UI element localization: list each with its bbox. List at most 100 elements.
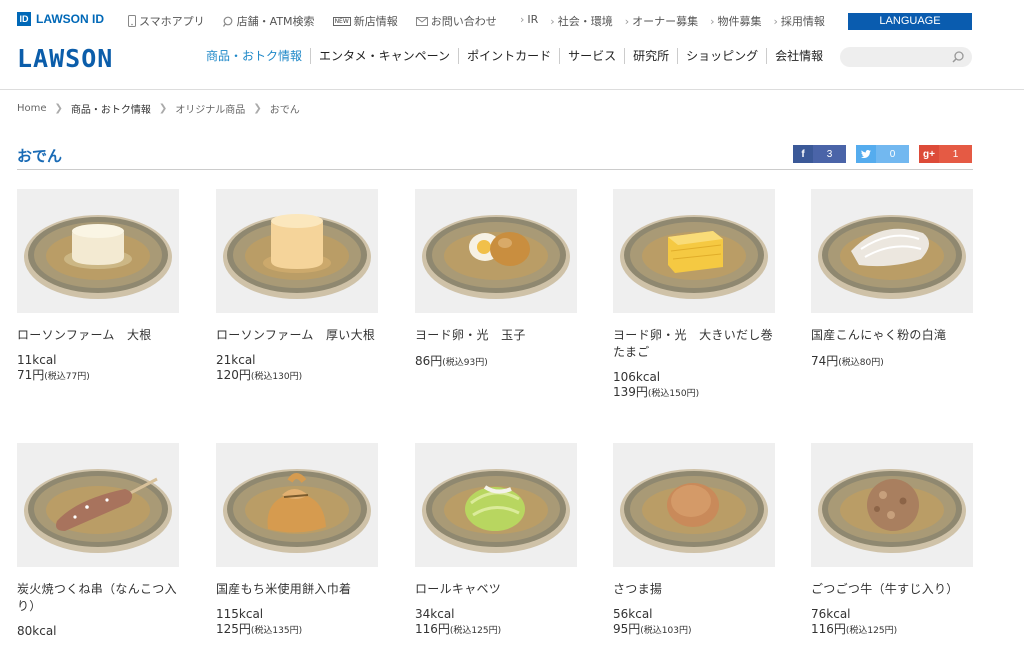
product-price: 120円(税込130円) <box>216 368 303 382</box>
facebook-icon: f <box>793 145 813 163</box>
oden-plate-image <box>223 214 371 299</box>
nav-item-pointcard[interactable]: ポイントカード <box>459 48 561 64</box>
chevron-right-icon: › <box>550 15 555 28</box>
nav-item-products[interactable]: 商品・おトク情報 <box>198 48 312 64</box>
product-image[interactable] <box>415 443 577 567</box>
product-card[interactable]: さつま揚 56kcal 95円(税込103円) <box>613 443 775 639</box>
twitter-share-button[interactable]: 0 <box>856 145 909 163</box>
id-icon: ID <box>17 12 31 26</box>
title-divider <box>17 169 973 170</box>
product-card[interactable]: ヨード卵・光 玉子 86円(税込93円) <box>415 189 577 371</box>
product-image[interactable] <box>17 189 179 313</box>
product-card[interactable]: ロールキャベツ 34kcal 116円(税込125円) <box>415 443 577 639</box>
product-card[interactable]: ごつごつ牛（牛すじ入り） 76kcal 116円(税込125円) <box>811 443 973 639</box>
product-name[interactable]: 国産こんにゃく粉の白滝 <box>811 327 973 344</box>
product-card[interactable]: ローソンファーム 大根 11kcal 71円(税込77円) <box>17 189 179 385</box>
product-kcal: 56kcal <box>613 607 653 621</box>
nav-item-company[interactable]: 会社情報 <box>767 48 831 64</box>
utility-link-contact[interactable]: お問い合わせ <box>415 13 497 29</box>
language-button[interactable]: LANGUAGE <box>848 13 972 30</box>
product-image[interactable] <box>415 189 577 313</box>
product-name[interactable]: ローソンファーム 大根 <box>17 327 179 344</box>
header-divider <box>0 89 1024 90</box>
facebook-share-button[interactable]: f 3 <box>793 145 846 163</box>
breadcrumb-products[interactable]: 商品・おトク情報 <box>71 101 151 116</box>
product-kcal: 34kcal <box>415 607 455 621</box>
oden-plate-image <box>620 215 768 299</box>
chevron-right-icon: › <box>520 13 525 26</box>
product-image[interactable] <box>216 443 378 567</box>
page-title: おでん <box>17 147 63 165</box>
product-name[interactable]: ヨード卵・光 玉子 <box>415 327 577 344</box>
product-name[interactable]: ロールキャベツ <box>415 581 577 598</box>
twitter-icon <box>856 145 876 163</box>
product-card[interactable]: ローソンファーム 厚い大根 21kcal 120円(税込130円) <box>216 189 378 385</box>
product-price: 125円(税込135円) <box>216 622 303 636</box>
oden-plate-image <box>818 215 966 299</box>
corporate-link-ir[interactable]: › IR <box>520 13 538 29</box>
product-price: 116円(税込125円) <box>811 622 898 636</box>
product-name[interactable]: 国産もち米使用餅入巾着 <box>216 581 378 598</box>
main-nav: 商品・おトク情報 エンタメ・キャンペーン ポイントカード サービス 研究所 ショ… <box>198 48 831 64</box>
oden-plate-image <box>24 469 172 553</box>
corporate-link-owner[interactable]: › オーナー募集 <box>625 13 698 29</box>
product-image[interactable] <box>613 189 775 313</box>
googleplus-icon: g+ <box>919 145 939 163</box>
product-price: 139円(税込150円) <box>613 385 700 399</box>
corporate-link-recruit[interactable]: › 採用情報 <box>774 13 825 29</box>
search-icon[interactable] <box>951 50 965 64</box>
oden-plate-image <box>422 469 570 553</box>
product-card[interactable]: 炭火焼つくね串（なんこつ入り） 80kcal <box>17 443 179 638</box>
product-price: 95円(税込103円) <box>613 622 692 636</box>
product-image[interactable] <box>613 443 775 567</box>
nav-item-entertainment[interactable]: エンタメ・キャンペーン <box>311 48 460 64</box>
product-name[interactable]: ごつごつ牛（牛すじ入り） <box>811 581 973 598</box>
product-kcal: 80kcal <box>17 624 57 638</box>
oden-plate-image <box>620 469 768 553</box>
nav-item-services[interactable]: サービス <box>560 48 626 64</box>
product-kcal: 11kcal <box>17 353 57 367</box>
lawson-logo[interactable]: LAWSON <box>17 44 113 73</box>
product-image[interactable] <box>17 443 179 567</box>
chevron-right-icon: ❯ <box>253 103 262 114</box>
facebook-count: 3 <box>826 148 833 160</box>
product-card[interactable]: ヨード卵・光 大きいだし巻たまご 106kcal 139円(税込150円) <box>613 189 775 402</box>
top-utility-bar: ID LAWSON ID スマホアプリ 店舗・ATM検索 NEW 新店情報 お問… <box>0 0 1024 40</box>
product-kcal: 115kcal <box>216 607 264 621</box>
utility-link-store-search[interactable]: 店舗・ATM検索 <box>222 13 315 29</box>
corporate-link-property[interactable]: › 物件募集 <box>710 13 761 29</box>
product-price: 74円(税込80円) <box>811 354 884 368</box>
product-card[interactable]: 国産もち米使用餅入巾着 115kcal 125円(税込135円) <box>216 443 378 639</box>
product-name[interactable]: ローソンファーム 厚い大根 <box>216 327 378 344</box>
product-image[interactable] <box>811 189 973 313</box>
product-image[interactable] <box>811 443 973 567</box>
product-card[interactable]: 国産こんにゃく粉の白滝 74円(税込80円) <box>811 189 973 371</box>
breadcrumb-home[interactable]: Home <box>17 103 47 114</box>
product-kcal: 106kcal <box>613 370 661 384</box>
breadcrumb-current: おでん <box>269 105 300 116</box>
utility-link-new-stores[interactable]: NEW 新店情報 <box>332 13 398 29</box>
oden-plate-image <box>24 215 172 299</box>
product-price: 71円(税込77円) <box>17 368 90 382</box>
chevron-right-icon: ❯ <box>54 103 63 114</box>
mail-icon <box>415 16 428 26</box>
chevron-right-icon: › <box>624 15 630 28</box>
oden-plate-image <box>422 215 570 299</box>
twitter-count: 0 <box>889 148 896 160</box>
utility-link-app[interactable]: スマホアプリ <box>128 13 205 29</box>
product-kcal: 21kcal <box>216 353 256 367</box>
breadcrumb-original[interactable]: オリジナル商品 <box>175 101 245 116</box>
lawson-id-link[interactable]: ID LAWSON ID <box>17 12 104 26</box>
product-name[interactable]: ヨード卵・光 大きいだし巻たまご <box>613 327 775 361</box>
product-name[interactable]: 炭火焼つくね串（なんこつ入り） <box>17 581 179 615</box>
product-name[interactable]: さつま揚 <box>613 581 775 598</box>
oden-plate-image <box>223 469 371 553</box>
new-badge-icon: NEW <box>332 16 351 26</box>
product-kcal: 76kcal <box>811 607 851 621</box>
chevron-right-icon: ❯ <box>158 103 168 114</box>
nav-item-lab[interactable]: 研究所 <box>625 48 679 64</box>
googleplus-share-button[interactable]: g+ 1 <box>919 145 972 163</box>
product-image[interactable] <box>216 189 378 313</box>
corporate-link-csr[interactable]: › 社会・環境 <box>550 13 612 29</box>
nav-item-shopping[interactable]: ショッピング <box>678 48 768 64</box>
